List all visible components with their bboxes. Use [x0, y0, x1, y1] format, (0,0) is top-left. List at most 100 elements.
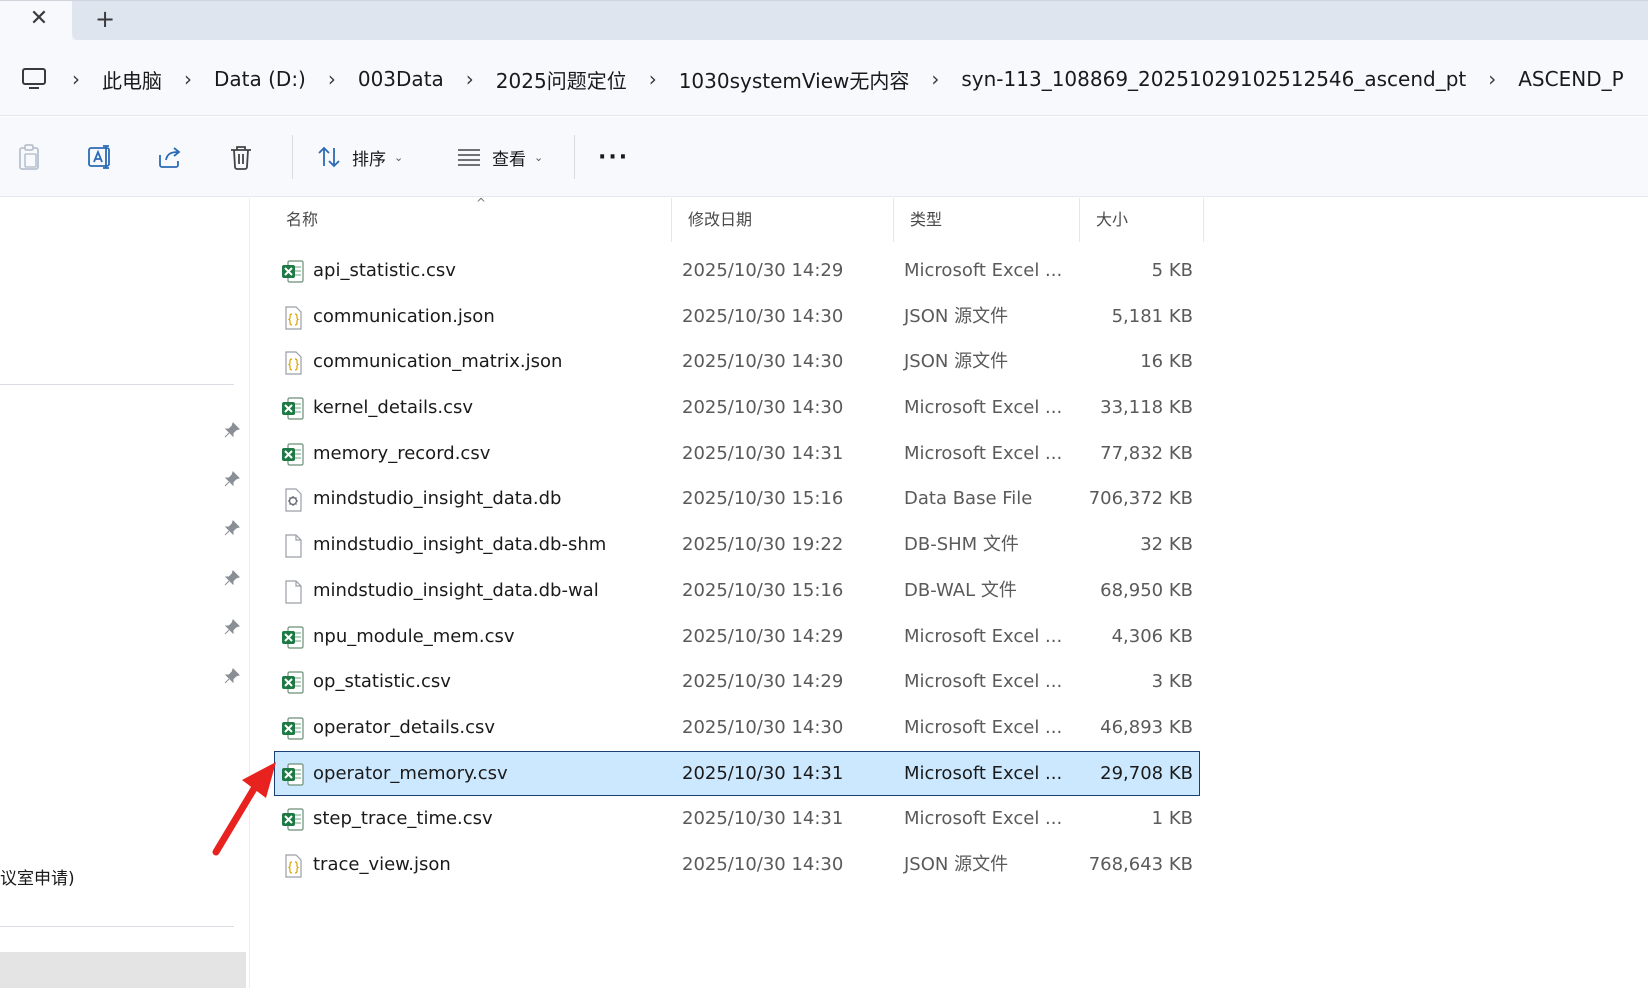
delete-icon: [228, 143, 254, 171]
sort-button[interactable]: 排序 ⌄: [316, 139, 403, 175]
file-name: mindstudio_insight_data.db: [313, 488, 562, 510]
chevron-right-icon[interactable]: ›: [649, 67, 657, 91]
file-size: 5,181 KB: [1111, 305, 1193, 327]
file-row[interactable]: kernel_details.csv 2025/10/30 14:30 Micros…: [274, 385, 1200, 431]
file-name: communication.json: [313, 305, 495, 327]
file-type: JSON 源文件: [904, 305, 1009, 327]
file-date: 2025/10/30 14:29: [682, 260, 844, 281]
file-type: Microsoft Excel ...: [904, 762, 1063, 784]
file-row[interactable]: op_statistic.csv 2025/10/30 14:29 Microsof…: [274, 659, 1200, 705]
chevron-right-icon[interactable]: ›: [1488, 67, 1496, 91]
file-type: JSON 源文件: [904, 853, 1009, 875]
pin-icon[interactable]: [224, 422, 240, 438]
file-name: operator_details.csv: [313, 716, 496, 738]
nav-item-selected[interactable]: [0, 952, 246, 988]
file-row[interactable]: mindstudio_insight_data.db-shm 2025/10/30…: [274, 522, 1200, 568]
blank-file-icon: [281, 579, 305, 605]
file-date: 2025/10/30 14:29: [682, 625, 844, 647]
file-row[interactable]: mindstudio_insight_data.db-wal 2025/10/30…: [274, 568, 1200, 614]
file-date: 2025/10/30 14:29: [682, 671, 844, 693]
excel-icon: [281, 259, 305, 285]
file-row[interactable]: npu_module_mem.csv 2025/10/30 14:29 Micros…: [274, 614, 1200, 660]
file-type: Microsoft Excel ...: [904, 625, 1063, 647]
file-date: 2025/10/30 14:30: [682, 853, 844, 875]
pin-icon[interactable]: [224, 471, 240, 487]
breadcrumb[interactable]: › 此电脑 › Data (D:) › 003Data › 2025问题定位 › 1030syst…: [0, 52, 1624, 106]
file-row[interactable]: mindstudio_insight_data.db 2025/10/30 15:…: [274, 476, 1200, 522]
view-button[interactable]: 查看 ⌄: [456, 139, 543, 175]
file-row-selected[interactable]: operator_memory.csv 2025/10/30 14:31 Micro…: [274, 750, 1200, 797]
breadcrumb-item[interactable]: 2025问题定位: [496, 65, 627, 94]
file-type: JSON 源文件: [904, 351, 1009, 373]
file-size: 1 KB: [1151, 808, 1193, 830]
share-icon: [156, 143, 184, 171]
column-header-name[interactable]: 名称: [270, 198, 672, 242]
paste-icon: [16, 143, 42, 171]
chevron-right-icon[interactable]: ›: [931, 67, 939, 91]
this-pc-icon[interactable]: [20, 66, 50, 92]
file-type: Microsoft Excel ...: [904, 671, 1063, 693]
file-row[interactable]: memory_record.csv 2025/10/30 14:31 Microso…: [274, 431, 1200, 477]
red-arrow-annotation: [212, 762, 276, 856]
delete-button[interactable]: [228, 139, 254, 175]
file-row[interactable]: trace_view.json 2025/10/30 14:30 JSON 源文件 7…: [274, 842, 1200, 888]
rename-button[interactable]: [86, 139, 114, 175]
breadcrumb-item[interactable]: syn-113_108869_20251029102512546_ascend_…: [961, 67, 1466, 91]
file-date: 2025/10/30 14:30: [682, 716, 844, 738]
file-row[interactable]: communication_matrix.json 2025/10/30 14:3…: [274, 339, 1200, 385]
pin-icon[interactable]: [224, 619, 240, 635]
breadcrumb-item[interactable]: 003Data: [358, 67, 444, 91]
file-type: DB-SHM 文件: [904, 534, 1019, 556]
file-list: api_statistic.csv 2025/10/30 14:29 Microso…: [274, 248, 1200, 888]
file-type: Microsoft Excel ...: [904, 716, 1063, 738]
chevron-right-icon[interactable]: ›: [328, 67, 336, 91]
new-tab-icon[interactable]: +: [90, 5, 120, 33]
file-size: 46,893 KB: [1100, 716, 1193, 738]
pin-icon[interactable]: [224, 520, 240, 536]
excel-icon: [281, 807, 305, 833]
file-date: 2025/10/30 15:16: [682, 488, 844, 510]
pin-icon[interactable]: [224, 570, 240, 586]
column-header-date[interactable]: 修改日期: [672, 198, 894, 242]
close-tab-icon[interactable]: ✕: [26, 5, 52, 33]
more-options-button[interactable]: ···: [598, 139, 629, 175]
excel-icon: [281, 442, 305, 468]
share-button[interactable]: [156, 139, 184, 175]
file-name: kernel_details.csv: [313, 397, 474, 419]
excel-icon: [281, 716, 305, 742]
file-size: 706,372 KB: [1088, 488, 1193, 510]
chevron-right-icon[interactable]: ›: [184, 67, 192, 91]
column-header-size[interactable]: 大小: [1080, 198, 1204, 242]
view-list-icon: [456, 146, 482, 168]
chevron-right-icon[interactable]: ›: [466, 67, 474, 91]
chevron-down-icon: ⌄: [394, 150, 404, 164]
file-type: DB-WAL 文件: [904, 579, 1017, 601]
chevron-right-icon[interactable]: ›: [72, 67, 80, 91]
breadcrumb-item[interactable]: ASCEND_P: [1518, 67, 1623, 91]
file-date: 2025/10/30 14:30: [682, 305, 844, 327]
breadcrumb-item[interactable]: Data (D:): [214, 67, 306, 91]
chevron-down-icon: ⌄: [534, 150, 544, 164]
pin-icon[interactable]: [224, 668, 240, 684]
toolbar-divider: [574, 135, 575, 179]
file-row[interactable]: api_statistic.csv 2025/10/30 14:29 Microso…: [274, 248, 1200, 294]
excel-icon: [281, 396, 305, 422]
file-row[interactable]: operator_details.csv 2025/10/30 14:30 Micr…: [274, 705, 1200, 751]
file-name: mindstudio_insight_data.db-shm: [313, 534, 607, 556]
file-type: Microsoft Excel ...: [904, 808, 1063, 830]
breadcrumb-item[interactable]: 1030systemView无内容: [679, 65, 910, 94]
file-size: 33,118 KB: [1100, 397, 1193, 419]
json-icon: [281, 853, 305, 879]
file-size: 16 KB: [1140, 351, 1193, 373]
file-row[interactable]: step_trace_time.csv 2025/10/30 14:31 Micro…: [274, 796, 1200, 842]
paste-button[interactable]: [16, 139, 42, 175]
file-size: 768,643 KB: [1088, 853, 1193, 875]
file-name: operator_memory.csv: [313, 762, 508, 784]
column-header-type[interactable]: 类型: [894, 198, 1080, 242]
breadcrumb-item[interactable]: 此电脑: [102, 65, 162, 94]
blank-file-icon: [281, 533, 305, 559]
nav-item-label[interactable]: 议室申请): [0, 864, 75, 889]
active-tab[interactable]: ✕: [0, 1, 72, 41]
file-row[interactable]: communication.json 2025/10/30 14:30 JSON 源…: [274, 294, 1200, 340]
file-type: Data Base File: [904, 488, 1033, 510]
